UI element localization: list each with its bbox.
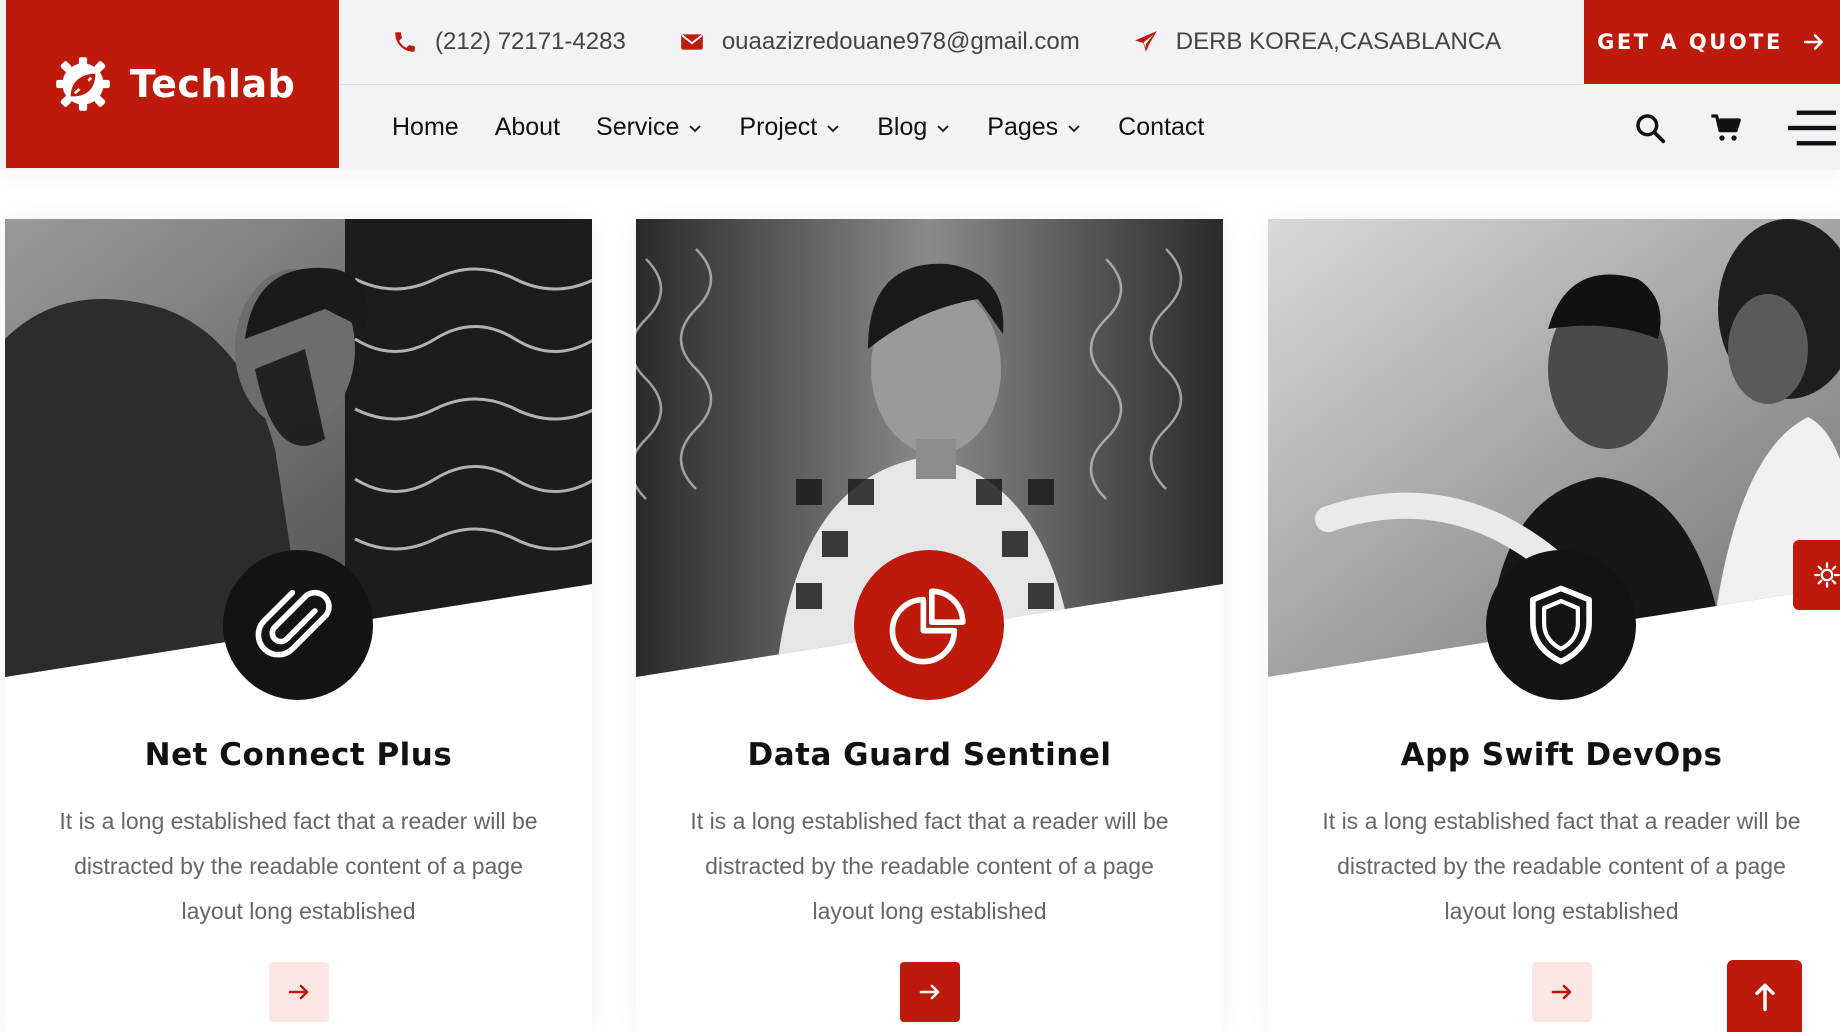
paperclip-icon bbox=[223, 550, 373, 700]
card-title: Net Connect Plus bbox=[144, 737, 453, 773]
card-read-more-button[interactable] bbox=[900, 962, 960, 1022]
nav-label: About bbox=[494, 113, 561, 141]
service-card: Net Connect Plus It is a long establishe… bbox=[5, 219, 592, 1032]
arrow-up-icon bbox=[1754, 983, 1775, 1012]
pie-chart-icon bbox=[854, 550, 1004, 700]
envelope-icon bbox=[678, 28, 706, 56]
chevron-down-icon bbox=[689, 124, 702, 132]
gear-leaf-icon bbox=[55, 57, 110, 111]
arrow-right-icon bbox=[1803, 34, 1823, 50]
paper-plane-icon bbox=[1132, 28, 1160, 56]
email-text: ouaazizredouane978@gmail.com bbox=[721, 28, 1080, 55]
nav-label: Service bbox=[596, 113, 680, 141]
header-icons bbox=[1632, 85, 1840, 170]
contact-phone[interactable]: (212) 72171-4283 bbox=[391, 28, 626, 56]
nav-item-project[interactable]: Project bbox=[739, 113, 841, 142]
scroll-to-top-button[interactable] bbox=[1727, 960, 1802, 1032]
chevron-down-icon bbox=[937, 124, 949, 132]
phone-icon bbox=[391, 28, 419, 56]
arrow-right-icon bbox=[1551, 984, 1572, 1000]
nav-item-service[interactable]: Service bbox=[596, 113, 703, 142]
card-read-more-button[interactable] bbox=[1532, 962, 1592, 1022]
chevron-down-icon bbox=[827, 124, 839, 132]
chevron-down-icon bbox=[1068, 124, 1080, 132]
service-card: App Swift DevOps It is a long establishe… bbox=[1268, 219, 1840, 1032]
nav-item-blog[interactable]: Blog bbox=[877, 113, 951, 142]
nav-item-contact[interactable]: Contact bbox=[1118, 113, 1204, 142]
brand-name: Techlab bbox=[129, 62, 296, 106]
arrow-right-icon bbox=[919, 984, 940, 1000]
brand-logo[interactable]: Techlab bbox=[6, 0, 339, 168]
settings-toggle[interactable] bbox=[1793, 540, 1840, 610]
shield-icon bbox=[1486, 550, 1636, 700]
site-header: Techlab (212) 72171-4283 ouaazizredouane… bbox=[0, 0, 1840, 170]
nav-label: Home bbox=[392, 113, 459, 141]
nav-label: Contact bbox=[1118, 113, 1205, 141]
search-icon[interactable] bbox=[1632, 112, 1668, 144]
contact-email[interactable]: ouaazizredouane978@gmail.com bbox=[678, 28, 1080, 56]
card-read-more-button[interactable] bbox=[269, 962, 329, 1022]
nav-label: Pages bbox=[987, 113, 1059, 141]
get-a-quote-button[interactable]: GET A QUOTE bbox=[1584, 0, 1840, 84]
nav-label: Project bbox=[739, 113, 818, 141]
phone-text: (212) 72171-4283 bbox=[435, 28, 626, 55]
sun-gear-icon bbox=[1814, 562, 1840, 588]
get-a-quote-label: GET A QUOTE bbox=[1597, 30, 1783, 54]
arrow-right-icon bbox=[288, 984, 309, 1000]
address-text: DERB KOREA,CASABLANCA bbox=[1175, 28, 1502, 55]
contact-address: DERB KOREA,CASABLANCA bbox=[1132, 28, 1501, 56]
card-title: App Swift DevOps bbox=[1400, 737, 1723, 773]
card-description: It is a long established fact that a rea… bbox=[59, 808, 538, 924]
card-description: It is a long established fact that a rea… bbox=[1322, 808, 1801, 924]
nav-item-home[interactable]: Home bbox=[392, 113, 459, 142]
card-title: Data Guard Sentinel bbox=[747, 737, 1112, 773]
nav-item-about[interactable]: About bbox=[495, 113, 560, 142]
card-description: It is a long established fact that a rea… bbox=[690, 808, 1169, 924]
cart-icon[interactable] bbox=[1708, 112, 1744, 144]
nav-item-pages[interactable]: Pages bbox=[987, 113, 1082, 142]
service-card: Data Guard Sentinel It is a long establi… bbox=[636, 219, 1223, 1032]
nav-label: Blog bbox=[877, 113, 928, 141]
menu-icon[interactable] bbox=[1784, 108, 1840, 148]
main-nav: Home About Service Project Blog Pages Co… bbox=[392, 85, 1240, 170]
contact-bar: (212) 72171-4283 ouaazizredouane978@gmai… bbox=[339, 0, 1584, 85]
